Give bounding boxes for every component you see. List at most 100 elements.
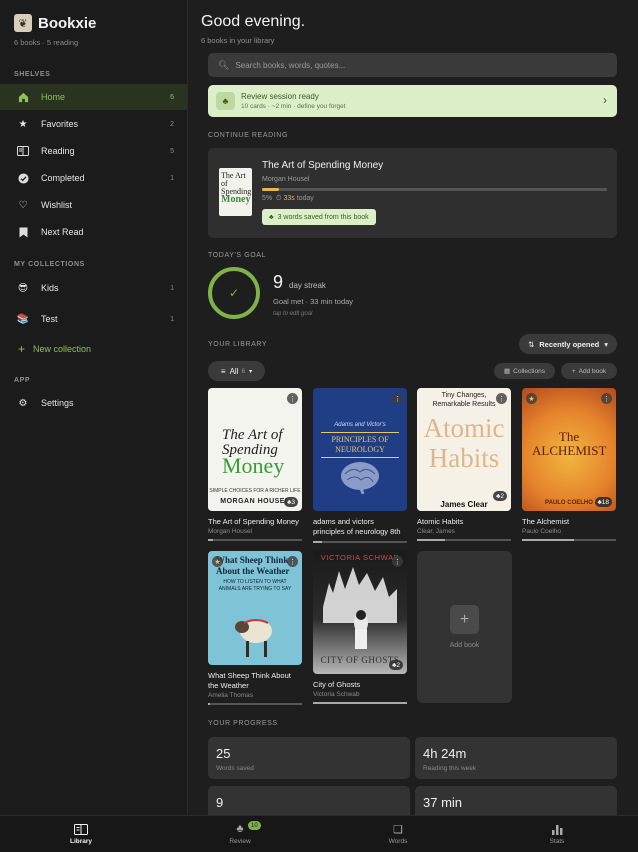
goal-label: TODAY'S GOAL [208, 252, 267, 259]
book-author: Victoria Schwab [313, 691, 360, 698]
words-icon: ❏ [393, 823, 403, 836]
continue-title: The Art of Spending Money [262, 160, 384, 171]
sidebar-item-reading[interactable]: Reading 5 [0, 138, 187, 164]
sidebar: ❦ Bookxie 6 books · 5 reading SHELVES Ho… [0, 0, 188, 815]
review-session-banner[interactable]: ♣ Review session ready 10 cards · ~2 min… [208, 85, 617, 117]
plus-icon: + [571, 367, 576, 375]
book-progress [417, 539, 511, 541]
review-icon: ♣ [236, 823, 244, 835]
book-card[interactable]: The ALCHEMIST PAULO COELHO ★ ⋮ ♣ 18 The A… [522, 388, 616, 541]
book-card[interactable]: Tiny Changes, Remarkable Results Atomic H… [417, 388, 511, 541]
sort-dropdown[interactable]: ⇅ Recently opened ▾ [519, 334, 617, 354]
chevron-down-icon: ▾ [249, 368, 253, 375]
greeting: Good evening. [201, 13, 306, 30]
nav-label: Review [229, 838, 251, 845]
review-count-badge: 10 [248, 821, 261, 830]
book-progress [522, 539, 616, 541]
book-title: The Alchemist [522, 517, 570, 526]
book-cover: VICTORIA SCHWAB CITY OF GHOSTS ⋮ ♣ 2 [313, 551, 407, 674]
nav-stats[interactable]: Stats [507, 816, 607, 852]
streak: 9 day streak [273, 272, 326, 293]
book-title: The Art of Spending Money [208, 517, 299, 526]
reading-icon [17, 145, 29, 157]
nav-library[interactable]: Library [31, 816, 131, 852]
collections-button[interactable]: ▦ Collections [494, 363, 555, 379]
nav-words[interactable]: ❏ Words [348, 816, 448, 852]
sidebar-item-count: 6 [170, 93, 174, 101]
stat-card[interactable]: 4h 24m Reading this week [415, 737, 617, 779]
stat-card[interactable]: 37 min [415, 786, 617, 815]
book-cover: Adams and Victor's PRINCIPLES OF NEUROLO… [313, 388, 407, 511]
sidebar-item-wishlist[interactable]: ♡ Wishlist [0, 192, 187, 218]
continue-reading-card[interactable]: The Art of Spending Money The Art of Spend… [208, 148, 617, 238]
new-collection-button[interactable]: + New collection [18, 342, 91, 356]
book-cover: The ALCHEMIST PAULO COELHO ★ ⋮ ♣ 18 [522, 388, 616, 511]
progress-label: YOUR PROGRESS [208, 720, 278, 727]
streak-count: 9 [273, 272, 284, 292]
sidebar-item-completed[interactable]: Completed 1 [0, 165, 187, 191]
book-card[interactable]: The Art of Spending Money SIMPLE CHOICES F… [208, 388, 302, 541]
stat-card[interactable]: 9 [208, 786, 410, 815]
search-input[interactable]: 🔍︎ Search books, words, quotes... [208, 53, 617, 77]
filter-all-chip[interactable]: ≡ All 6 ▾ [208, 361, 265, 381]
sidebar-item-favorites[interactable]: ★ Favorites 2 [0, 111, 187, 137]
app-logo-icon: ❦ [14, 14, 32, 32]
sidebar-item-count: 1 [170, 315, 174, 323]
words-badge: ♣ 3 [284, 497, 298, 507]
book-card[interactable]: VICTORIA SCHWAB CITY OF GHOSTS ⋮ ♣ 2 City… [313, 551, 407, 704]
library-icon [31, 822, 131, 836]
check-icon: ✓ [228, 286, 240, 300]
add-book-label: Add book [449, 642, 480, 649]
sidebar-item-home[interactable]: Home 6 [0, 84, 187, 110]
goal-status: Goal met · 33 min today [273, 297, 354, 306]
sidebar-item-next-read[interactable]: Next Read [0, 219, 187, 245]
more-icon[interactable]: ⋮ [496, 393, 507, 404]
book-card[interactable]: Adams and Victor's PRINCIPLES OF NEUROLO… [313, 388, 407, 543]
continue-author: Morgan Housel [262, 176, 310, 183]
main-content: Good evening. 6 books in your library 🔍︎… [189, 0, 638, 815]
goal-hint[interactable]: tap to edit goal [273, 311, 312, 317]
library-summary: 6 books · 5 reading [14, 38, 79, 47]
words-badge: ♣ 2 [389, 660, 403, 670]
shelves-header: SHELVES [14, 71, 51, 78]
more-icon[interactable]: ⋮ [287, 556, 298, 567]
nav-review[interactable]: ♣ 10 Review [190, 816, 290, 852]
words-saved-chip[interactable]: ♣ 3 words saved from this book [262, 209, 376, 225]
sidebar-item-test[interactable]: 📚 Test 1 [0, 306, 187, 332]
home-icon [17, 91, 29, 103]
stat-card[interactable]: 25 Words saved [208, 737, 410, 779]
more-icon[interactable]: ⋮ [392, 556, 403, 567]
sidebar-item-settings[interactable]: ⚙ Settings [0, 390, 187, 416]
bottom-nav: Library ♣ 10 Review ❏ Words Stats [0, 815, 638, 852]
book-author: Morgan Housel [208, 528, 253, 535]
book-progress [313, 702, 407, 704]
progress-fill [262, 188, 280, 191]
grid-icon: ▦ [504, 368, 511, 375]
words-badge: ♣ 18 [594, 497, 612, 507]
book-cover: The Art of Spending Money SIMPLE CHOICES F… [208, 388, 302, 511]
sidebar-item-kids[interactable]: 😎 Kids 1 [0, 275, 187, 301]
stat-value: 9 [216, 795, 224, 810]
book-cover: The Art of Spending Money [219, 168, 252, 216]
book-card[interactable]: What Sheep Think About the Weather HOW T… [208, 551, 302, 705]
nav-label: Library [69, 838, 93, 845]
add-book-button[interactable]: + Add book [561, 363, 617, 379]
heart-icon: ♡ [18, 199, 28, 211]
goal-ring[interactable]: ✓ [208, 267, 260, 319]
more-icon[interactable]: ⋮ [392, 393, 403, 404]
book-progress [208, 703, 302, 705]
words-badge: ♣ 2 [493, 491, 507, 501]
bookmark-icon [17, 226, 29, 238]
book-progress [208, 539, 302, 541]
more-icon[interactable]: ⋮ [287, 393, 298, 404]
book-cover: Tiny Changes, Remarkable Results Atomic H… [417, 388, 511, 511]
gear-icon: ⚙ [18, 397, 28, 409]
stat-label: Words saved [216, 765, 254, 772]
streak-suffix: day streak [289, 281, 326, 290]
more-icon[interactable]: ⋮ [601, 393, 612, 404]
chevron-down-icon: ▾ [604, 339, 609, 349]
review-title: Review session ready [241, 92, 319, 101]
add-book-tile[interactable]: + Add book [417, 551, 512, 703]
book-cover: What Sheep Think About the Weather HOW T… [208, 551, 302, 665]
nav-label: Words [388, 838, 408, 845]
